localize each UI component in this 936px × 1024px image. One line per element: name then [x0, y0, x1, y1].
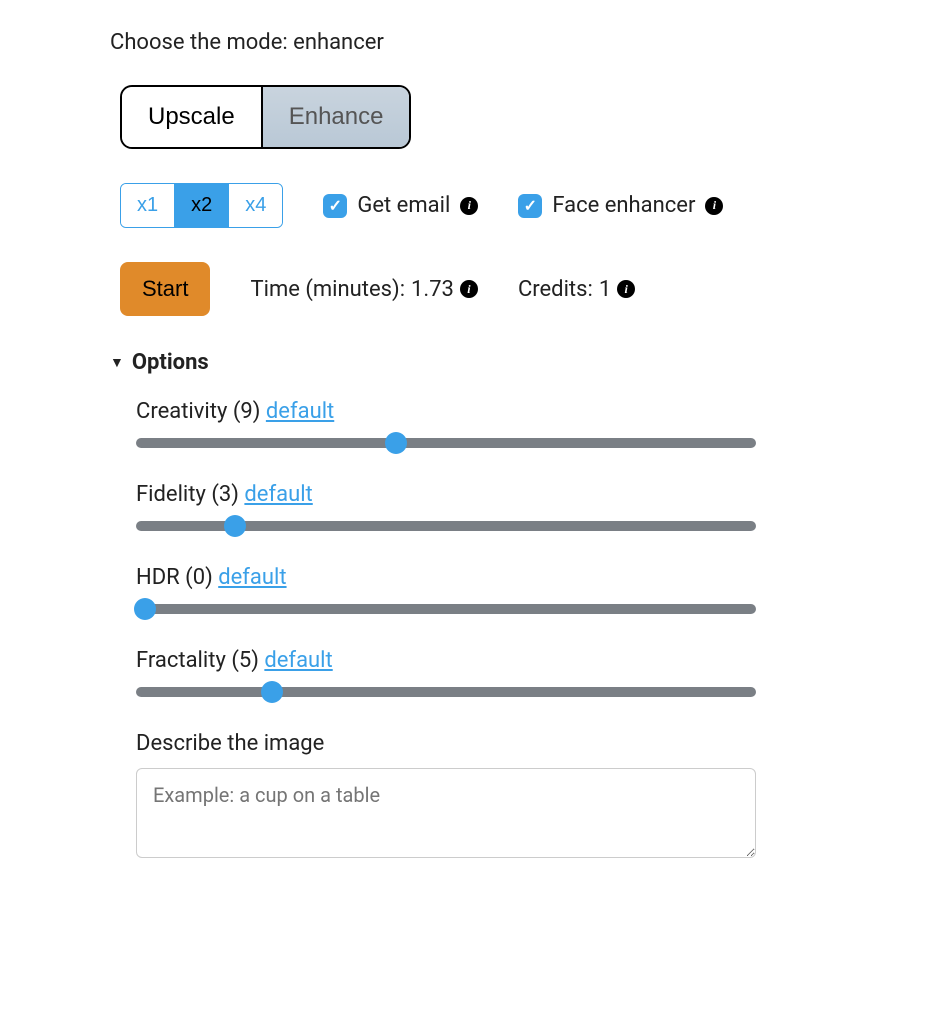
creativity-slider[interactable] — [136, 438, 756, 448]
mode-header: Choose the mode: enhancer — [110, 30, 826, 55]
creativity-default-link[interactable]: default — [266, 399, 334, 424]
info-icon[interactable]: i — [460, 197, 478, 215]
fractality-thumb[interactable] — [261, 681, 283, 703]
hdr-thumb[interactable] — [134, 598, 156, 620]
time-label: Time (minutes): — [250, 277, 405, 302]
hdr-default-link[interactable]: default — [218, 565, 286, 590]
describe-label: Describe the image — [136, 731, 826, 756]
get-email-option: ✓ Get email i — [323, 193, 478, 218]
fidelity-default-link[interactable]: default — [244, 482, 312, 507]
hdr-slider[interactable] — [136, 604, 756, 614]
fractality-slider[interactable] — [136, 687, 756, 697]
get-email-checkbox[interactable]: ✓ — [323, 194, 347, 218]
fractality-block: Fractality (5) default — [136, 648, 826, 697]
mode-enhance-button[interactable]: Enhance — [263, 87, 410, 147]
creativity-label: Creativity (9) default — [136, 399, 826, 424]
credits-meta: Credits: 1 i — [518, 277, 635, 302]
fidelity-block: Fidelity (3) default — [136, 482, 826, 531]
scale-x2-button[interactable]: x2 — [174, 184, 228, 227]
time-meta: Time (minutes): 1.73 i — [250, 277, 477, 302]
options-title: Options — [132, 350, 209, 375]
scale-group: x1 x2 x4 — [120, 183, 283, 228]
hdr-label: HDR (0) default — [136, 565, 826, 590]
info-icon[interactable]: i — [460, 280, 478, 298]
credits-value: 1 — [599, 277, 611, 302]
fidelity-slider[interactable] — [136, 521, 756, 531]
describe-input[interactable] — [136, 768, 756, 858]
chevron-down-icon: ▼ — [110, 354, 124, 371]
creativity-block: Creativity (9) default — [136, 399, 826, 448]
fidelity-thumb[interactable] — [224, 515, 246, 537]
mode-header-prefix: Choose the mode: — [110, 30, 293, 55]
mode-toggle: Upscale Enhance — [120, 85, 411, 149]
face-enhancer-label: Face enhancer — [552, 193, 695, 218]
info-icon[interactable]: i — [705, 197, 723, 215]
options-toggle[interactable]: ▼ Options — [110, 350, 826, 375]
scale-x4-button[interactable]: x4 — [228, 184, 282, 227]
fidelity-label: Fidelity (3) default — [136, 482, 826, 507]
mode-header-value: enhancer — [293, 30, 384, 55]
hdr-block: HDR (0) default — [136, 565, 826, 614]
get-email-label: Get email — [357, 193, 450, 218]
face-enhancer-checkbox[interactable]: ✓ — [518, 194, 542, 218]
time-value: 1.73 — [411, 277, 454, 302]
start-button[interactable]: Start — [120, 262, 210, 316]
fractality-default-link[interactable]: default — [264, 648, 332, 673]
creativity-thumb[interactable] — [385, 432, 407, 454]
info-icon[interactable]: i — [617, 280, 635, 298]
credits-label: Credits: — [518, 277, 593, 302]
fractality-label: Fractality (5) default — [136, 648, 826, 673]
mode-upscale-button[interactable]: Upscale — [122, 87, 263, 147]
face-enhancer-option: ✓ Face enhancer i — [518, 193, 723, 218]
scale-x1-button[interactable]: x1 — [121, 184, 174, 227]
